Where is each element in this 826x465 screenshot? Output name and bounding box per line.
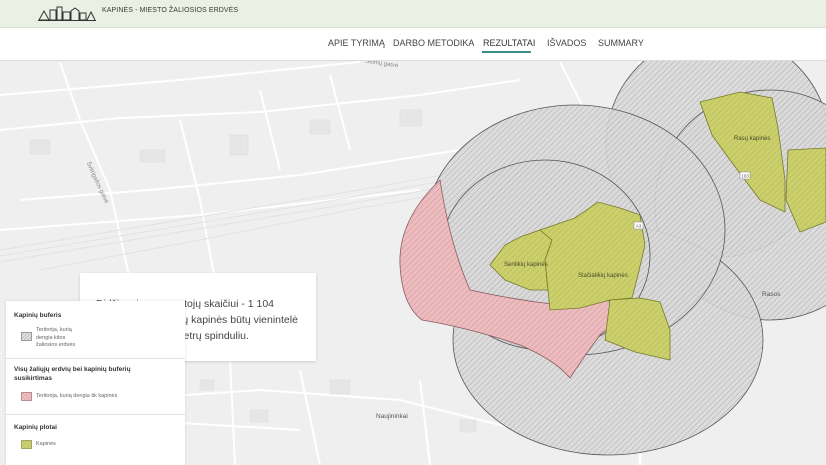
legend-section-buffer: Kapinių buferis Teritorija, kurią dengia… [6, 301, 185, 359]
legend-item-cemetery: Kapinės [36, 441, 56, 447]
label-rasos: Rasos [762, 291, 781, 298]
swatch-grey-hatch-icon [21, 332, 32, 341]
legend-title-intersection: Visų žaliųjų erdvių bei kapinių buferių … [14, 366, 131, 382]
app-title: KAPINĖS - MIESTO ŽALIOSIOS ERDVĖS [102, 7, 239, 14]
map-legend: Kapinių buferis Teritorija, kurią dengia… [6, 301, 185, 465]
nav-darbo-metodika[interactable]: DARBO METODIKA [393, 38, 474, 48]
swatch-pink-hatch-icon [21, 392, 32, 401]
legend-title-cemetery: Kapinių plotai [14, 424, 57, 431]
legend-section-cemetery: Kapinių plotai Kapinės [6, 415, 185, 465]
legend-section-intersection: Visų žaliųjų erdvių bei kapinių buferių … [6, 359, 185, 415]
label-sentikiu-kapines: Sentikių kapinės [504, 262, 548, 268]
svg-text:103: 103 [741, 174, 749, 179]
app-header: KAPINĖS - MIESTO ŽALIOSIOS ERDVĖS [0, 0, 826, 28]
nav-isvados[interactable]: IŠVADOS [547, 38, 586, 48]
legend-item-intersection: Teritorija, kurią dengia tik kapinės [36, 393, 118, 399]
nav-apie-tyrima[interactable]: APIE TYRIMĄ [328, 38, 385, 48]
section-nav: APIE TYRIMĄ DARBO METODIKA REZULTATAI IŠ… [0, 28, 826, 61]
label-staciatikiu-kapines: Stačiatikių kapinės [578, 273, 628, 279]
swatch-olive-hatch-icon [21, 440, 32, 449]
legend-item-buffer: Teritorija, kurią dengia kitos žaliosios… [36, 327, 76, 348]
nav-rezultatai[interactable]: REZULTATAI [483, 38, 535, 48]
svg-text:A3: A3 [636, 224, 642, 229]
active-tab-indicator [482, 51, 531, 53]
city-skyline-logo [38, 6, 96, 21]
label-rasu-kapines: Rasų kapinės [734, 136, 771, 142]
label-naujininkai: Naujininkai [376, 413, 408, 420]
nav-summary[interactable]: SUMMARY [598, 38, 644, 48]
legend-title-buffer: Kapinių buferis [14, 312, 62, 319]
